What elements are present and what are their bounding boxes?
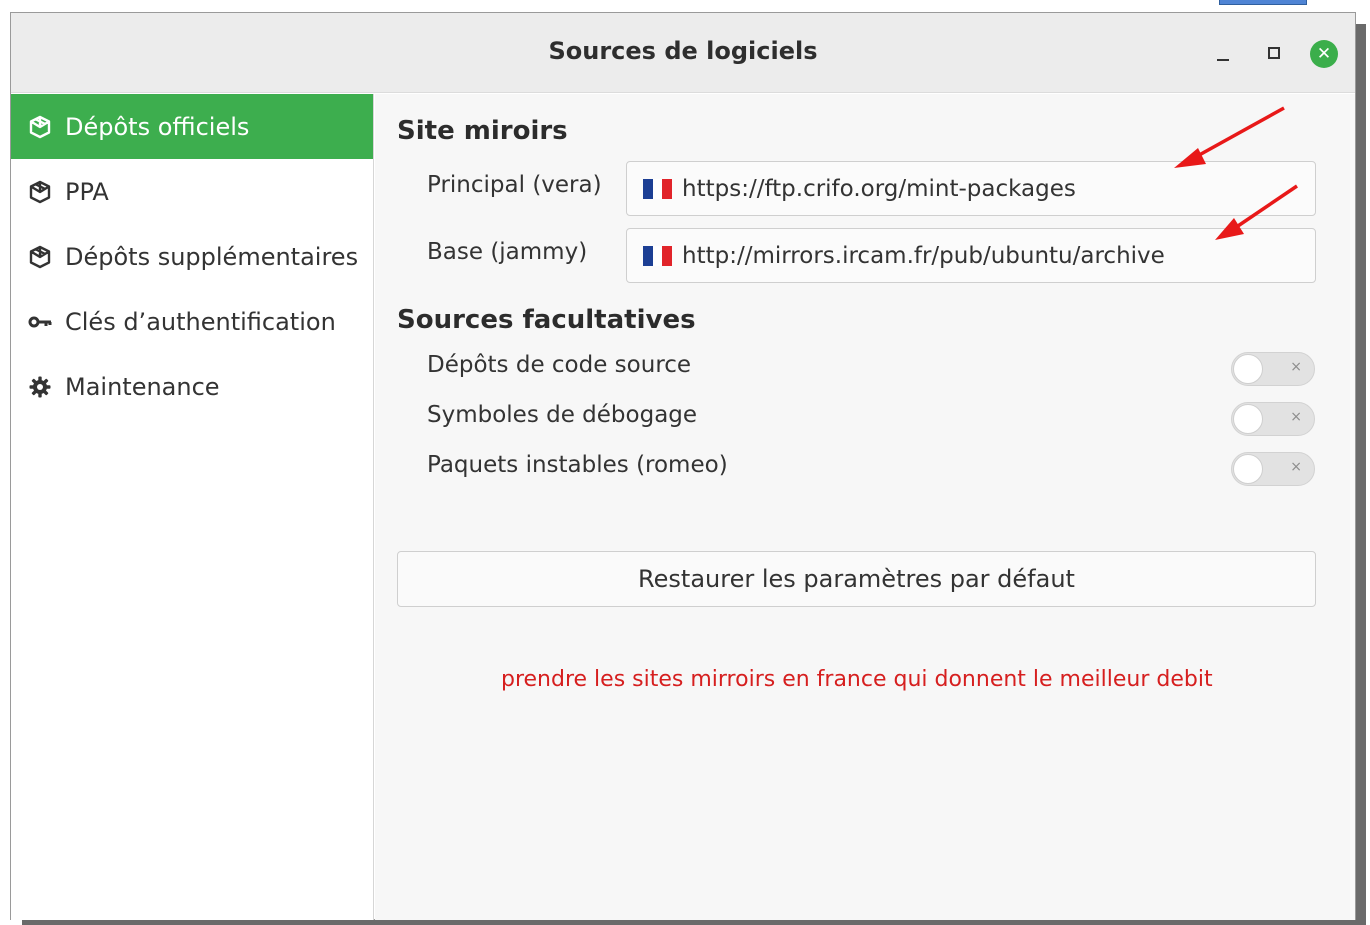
main-mirror-label: Principal (vera) xyxy=(427,172,602,198)
close-icon: ✕ xyxy=(1316,44,1332,64)
restore-defaults-button[interactable]: Restaurer les paramètres par défaut xyxy=(397,551,1316,607)
debug-symbols-label: Symboles de débogage xyxy=(427,402,698,428)
software-sources-window: Sources de logiciels ✕ Dépôts officiels … xyxy=(10,12,1356,920)
source-code-label: Dépôts de code source xyxy=(427,352,692,378)
window-shadow-bottom xyxy=(22,920,1366,925)
sidebar-item-additional-repos[interactable]: Dépôts supplémentaires xyxy=(11,224,373,289)
package-icon xyxy=(27,179,53,205)
mirrors-section-title: Site miroirs xyxy=(397,116,568,146)
close-button[interactable]: ✕ xyxy=(1310,40,1338,68)
package-icon xyxy=(27,114,53,140)
package-icon xyxy=(27,244,53,270)
titlebar: Sources de logiciels ✕ xyxy=(11,13,1355,93)
toggle-off-icon: × xyxy=(1290,359,1302,375)
debug-symbols-toggle[interactable]: × xyxy=(1231,402,1315,436)
sidebar-item-label: PPA xyxy=(65,177,109,206)
minimize-button[interactable] xyxy=(1209,39,1237,67)
sidebar-item-label: Dépôts officiels xyxy=(65,112,250,141)
annotation-arrow-icon xyxy=(1215,184,1298,240)
base-mirror-label: Base (jammy) xyxy=(427,239,588,265)
annotation-arrow-icon xyxy=(1174,106,1285,168)
sidebar: Dépôts officiels PPA Dépôts supplémentai… xyxy=(11,94,374,920)
annotation-note: prendre les sites mirroirs en france qui… xyxy=(501,667,1213,692)
sidebar-item-label: Clés d’authentification xyxy=(65,307,336,336)
source-code-toggle[interactable]: × xyxy=(1231,352,1315,386)
unstable-packages-toggle[interactable]: × xyxy=(1231,452,1315,486)
window-shadow xyxy=(1356,24,1366,924)
gear-icon xyxy=(27,374,53,400)
maximize-button[interactable] xyxy=(1260,39,1288,67)
minimize-icon xyxy=(1217,59,1229,61)
toggle-off-icon: × xyxy=(1290,409,1302,425)
window-title: Sources de logiciels xyxy=(548,37,818,65)
toggle-knob xyxy=(1233,354,1263,384)
toggle-knob xyxy=(1233,404,1263,434)
main-mirror-url: https://ftp.crifo.org/mint-packages xyxy=(682,175,1076,202)
unstable-packages-label: Paquets instables (romeo) xyxy=(427,452,728,478)
maximize-icon xyxy=(1268,47,1280,59)
toggle-off-icon: × xyxy=(1290,459,1302,475)
toggle-knob xyxy=(1233,454,1263,484)
france-flag-icon xyxy=(643,178,673,199)
optional-sources-title: Sources facultatives xyxy=(397,305,696,335)
sidebar-item-maintenance[interactable]: Maintenance xyxy=(11,354,373,419)
key-icon xyxy=(27,309,53,335)
sidebar-item-ppa[interactable]: PPA xyxy=(11,159,373,224)
sidebar-item-label: Dépôts supplémentaires xyxy=(65,242,359,271)
sidebar-item-official-repos[interactable]: Dépôts officiels xyxy=(11,94,373,159)
main-content: Site miroirs Principal (vera) https://ft… xyxy=(375,94,1355,920)
sidebar-item-auth-keys[interactable]: Clés d’authentification xyxy=(11,289,373,354)
top-corner-tab xyxy=(1219,0,1307,5)
sidebar-item-label: Maintenance xyxy=(65,372,220,401)
base-mirror-url: http://mirrors.ircam.fr/pub/ubuntu/archi… xyxy=(682,242,1165,269)
france-flag-icon xyxy=(643,245,673,266)
